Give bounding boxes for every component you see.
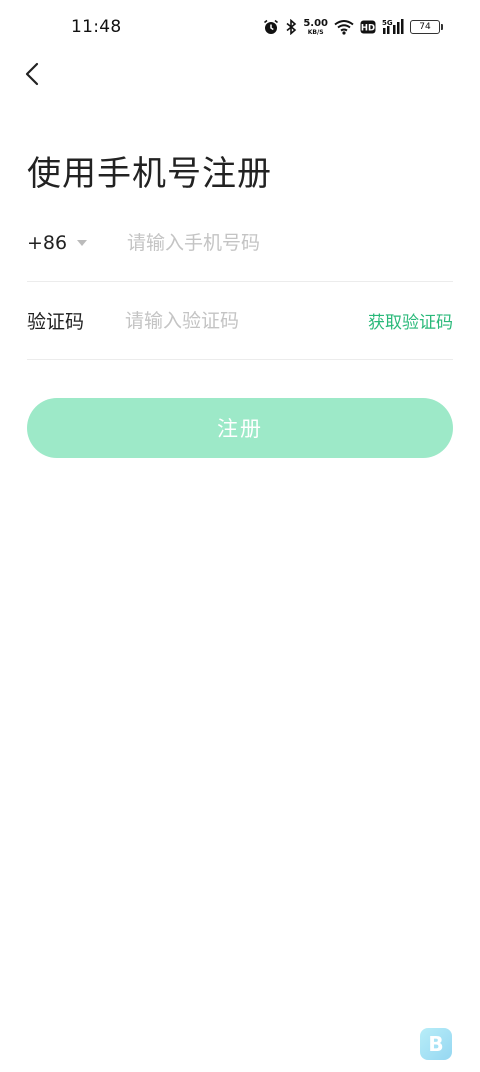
network-speed-unit: KB/S: [307, 28, 324, 36]
network-type: 5G: [382, 19, 393, 27]
chevron-left-icon: [25, 62, 39, 90]
back-button[interactable]: [16, 60, 48, 92]
watermark: B: [420, 1028, 452, 1060]
verification-code-row: 验证码 获取验证码: [27, 282, 453, 360]
register-button[interactable]: 注册: [27, 398, 453, 458]
caret-down-icon: [77, 239, 88, 246]
phone-row: +86: [27, 204, 453, 282]
signal-icon: 5G: [382, 18, 404, 36]
register-screen: 11:48 5.00 KB/S HD 5G 74 使用手机号注册 +86 请输入…: [0, 0, 480, 1072]
network-speed-value: 5.00: [303, 17, 328, 29]
get-code-button[interactable]: 获取验证码: [368, 308, 453, 333]
hd-icon: HD: [360, 20, 376, 34]
status-bar: 11:48 5.00 KB/S HD 5G 74: [0, 0, 480, 56]
verification-code-label: 验证码: [27, 311, 85, 333]
wifi-icon: [334, 19, 354, 35]
country-code-selector[interactable]: +86: [27, 232, 127, 254]
status-icons: 5.00 KB/S HD 5G 74: [263, 16, 443, 38]
verification-code-input[interactable]: [125, 309, 368, 332]
bluetooth-icon: [285, 19, 297, 35]
watermark-logo: B: [420, 1028, 452, 1060]
alarm-icon: [263, 19, 279, 35]
status-time: 11:48: [71, 17, 122, 37]
phone-input[interactable]: [127, 231, 453, 254]
network-speed: 5.00 KB/S: [303, 17, 328, 36]
page-title: 使用手机号注册: [27, 154, 272, 194]
battery-level: 74: [419, 22, 431, 32]
country-code-value: +86: [27, 231, 68, 254]
battery-icon: 74: [410, 20, 443, 34]
hd-label: HD: [361, 24, 375, 34]
